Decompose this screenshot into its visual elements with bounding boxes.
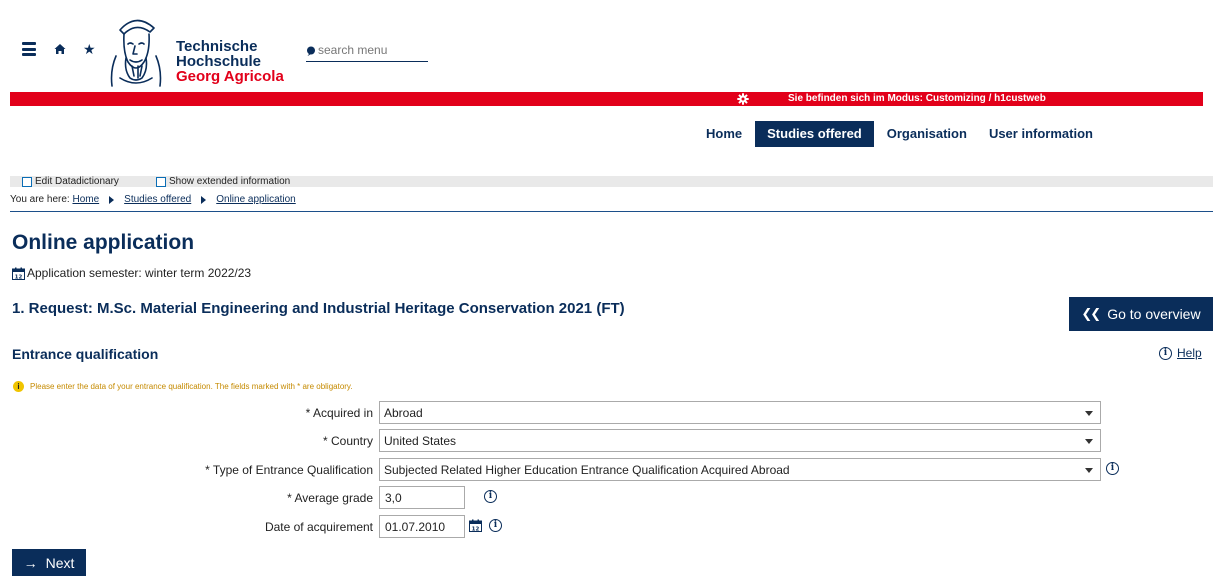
top-icons: ★ — [22, 42, 96, 56]
calendar-icon: 12 — [12, 267, 25, 280]
chevron-right-icon — [201, 195, 207, 204]
arrow-right-icon: → — [23, 554, 38, 571]
logo-text: Technische Hochschule Georg Agricola — [176, 39, 284, 84]
search-icon — [307, 46, 315, 56]
type-label: * Type of Entrance Qualification — [205, 463, 373, 477]
breadcrumb-prefix: You are here: — [10, 194, 70, 205]
breadcrumb-home[interactable]: Home — [72, 194, 99, 205]
help-link[interactable]: i Help — [1159, 346, 1202, 360]
type-select[interactable]: Subjected Related Higher Education Entra… — [379, 458, 1101, 481]
next-label: Next — [45, 554, 75, 571]
search-input[interactable] — [318, 43, 423, 57]
checkbox[interactable] — [156, 177, 166, 187]
chevron-right-icon — [109, 195, 115, 204]
country-select[interactable]: United States — [379, 429, 1101, 452]
chevron-down-icon — [1085, 468, 1093, 473]
show-extended-label: Show extended information — [169, 176, 291, 187]
gear-icon[interactable] — [737, 93, 749, 105]
svg-text:12: 12 — [15, 274, 23, 280]
menu-icon[interactable] — [22, 42, 36, 56]
grade-input[interactable]: 3,0 — [379, 486, 465, 509]
semester-text: Application semester: winter term 2022/2… — [27, 266, 252, 280]
info-icon[interactable]: i — [484, 490, 497, 503]
logo-line-2: Hochschule — [176, 53, 262, 70]
nav-user-information[interactable]: User information — [976, 121, 1102, 147]
go-to-overview-label: Go to overview — [1107, 306, 1201, 322]
acquired-in-label: * Acquired in — [305, 406, 373, 420]
logo-line-3: Georg Agricola — [176, 68, 284, 85]
chevron-down-icon — [1085, 439, 1093, 444]
breadcrumb-studies-offered[interactable]: Studies offered — [124, 194, 191, 205]
breadcrumb-online-application[interactable]: Online application — [216, 194, 296, 205]
double-chevron-left-icon: ❮❮ — [1081, 306, 1101, 321]
info-icon[interactable]: i — [489, 519, 502, 532]
star-icon[interactable]: ★ — [83, 42, 96, 56]
calendar-icon[interactable]: 12 — [469, 519, 482, 532]
chevron-down-icon — [1085, 411, 1093, 416]
home-icon[interactable] — [54, 43, 66, 55]
logo-line-1: Technische — [176, 38, 258, 55]
nav-home[interactable]: Home — [697, 121, 751, 147]
date-label: Date of acquirement — [264, 520, 373, 534]
info-icon[interactable]: i — [1106, 462, 1119, 475]
page-title: Online application — [12, 231, 195, 254]
acquired-in-select[interactable]: Abroad — [379, 401, 1101, 424]
show-extended-toggle[interactable]: Show extended information — [156, 177, 290, 187]
date-input[interactable]: 01.07.2010 — [379, 515, 465, 538]
nav-studies-offered[interactable]: Studies offered — [755, 121, 874, 147]
application-semester: 12 Application semester: winter term 202… — [12, 266, 251, 280]
search-box[interactable] — [306, 43, 428, 62]
breadcrumb: You are here: Home Studies offered Onlin… — [10, 194, 296, 205]
section-title: Entrance qualification — [12, 346, 159, 362]
country-label: * Country — [322, 434, 373, 448]
help-label: Help — [1177, 346, 1202, 360]
hint-text: Please enter the data of your entrance q… — [30, 382, 353, 391]
grade-label: * Average grade — [287, 491, 373, 505]
go-to-overview-button[interactable]: ❮❮ Go to overview — [1069, 297, 1213, 331]
edit-datadictionary-toggle[interactable]: Edit Datadictionary — [22, 177, 119, 187]
request-title: 1. Request: M.Sc. Material Engineering a… — [12, 300, 625, 317]
acquired-in-value: Abroad — [384, 405, 423, 420]
country-value: United States — [384, 433, 457, 448]
hint-message: i Please enter the data of your entrance… — [13, 381, 353, 392]
mode-text: Sie befinden sich im Modus: Customizing … — [788, 93, 1046, 104]
logo-icon[interactable] — [106, 8, 166, 88]
nav-organisation[interactable]: Organisation — [878, 121, 976, 147]
info-icon: i — [1159, 346, 1172, 360]
checkbox[interactable] — [22, 177, 32, 187]
divider — [10, 211, 1213, 212]
edit-datadictionary-label: Edit Datadictionary — [35, 176, 119, 187]
next-button[interactable]: → Next — [12, 549, 86, 576]
type-value: Subjected Related Higher Education Entra… — [384, 462, 790, 477]
main-nav: Home Studies offered Organisation User i… — [697, 121, 1102, 147]
info-icon: i — [13, 381, 24, 392]
svg-text:12: 12 — [472, 526, 480, 532]
